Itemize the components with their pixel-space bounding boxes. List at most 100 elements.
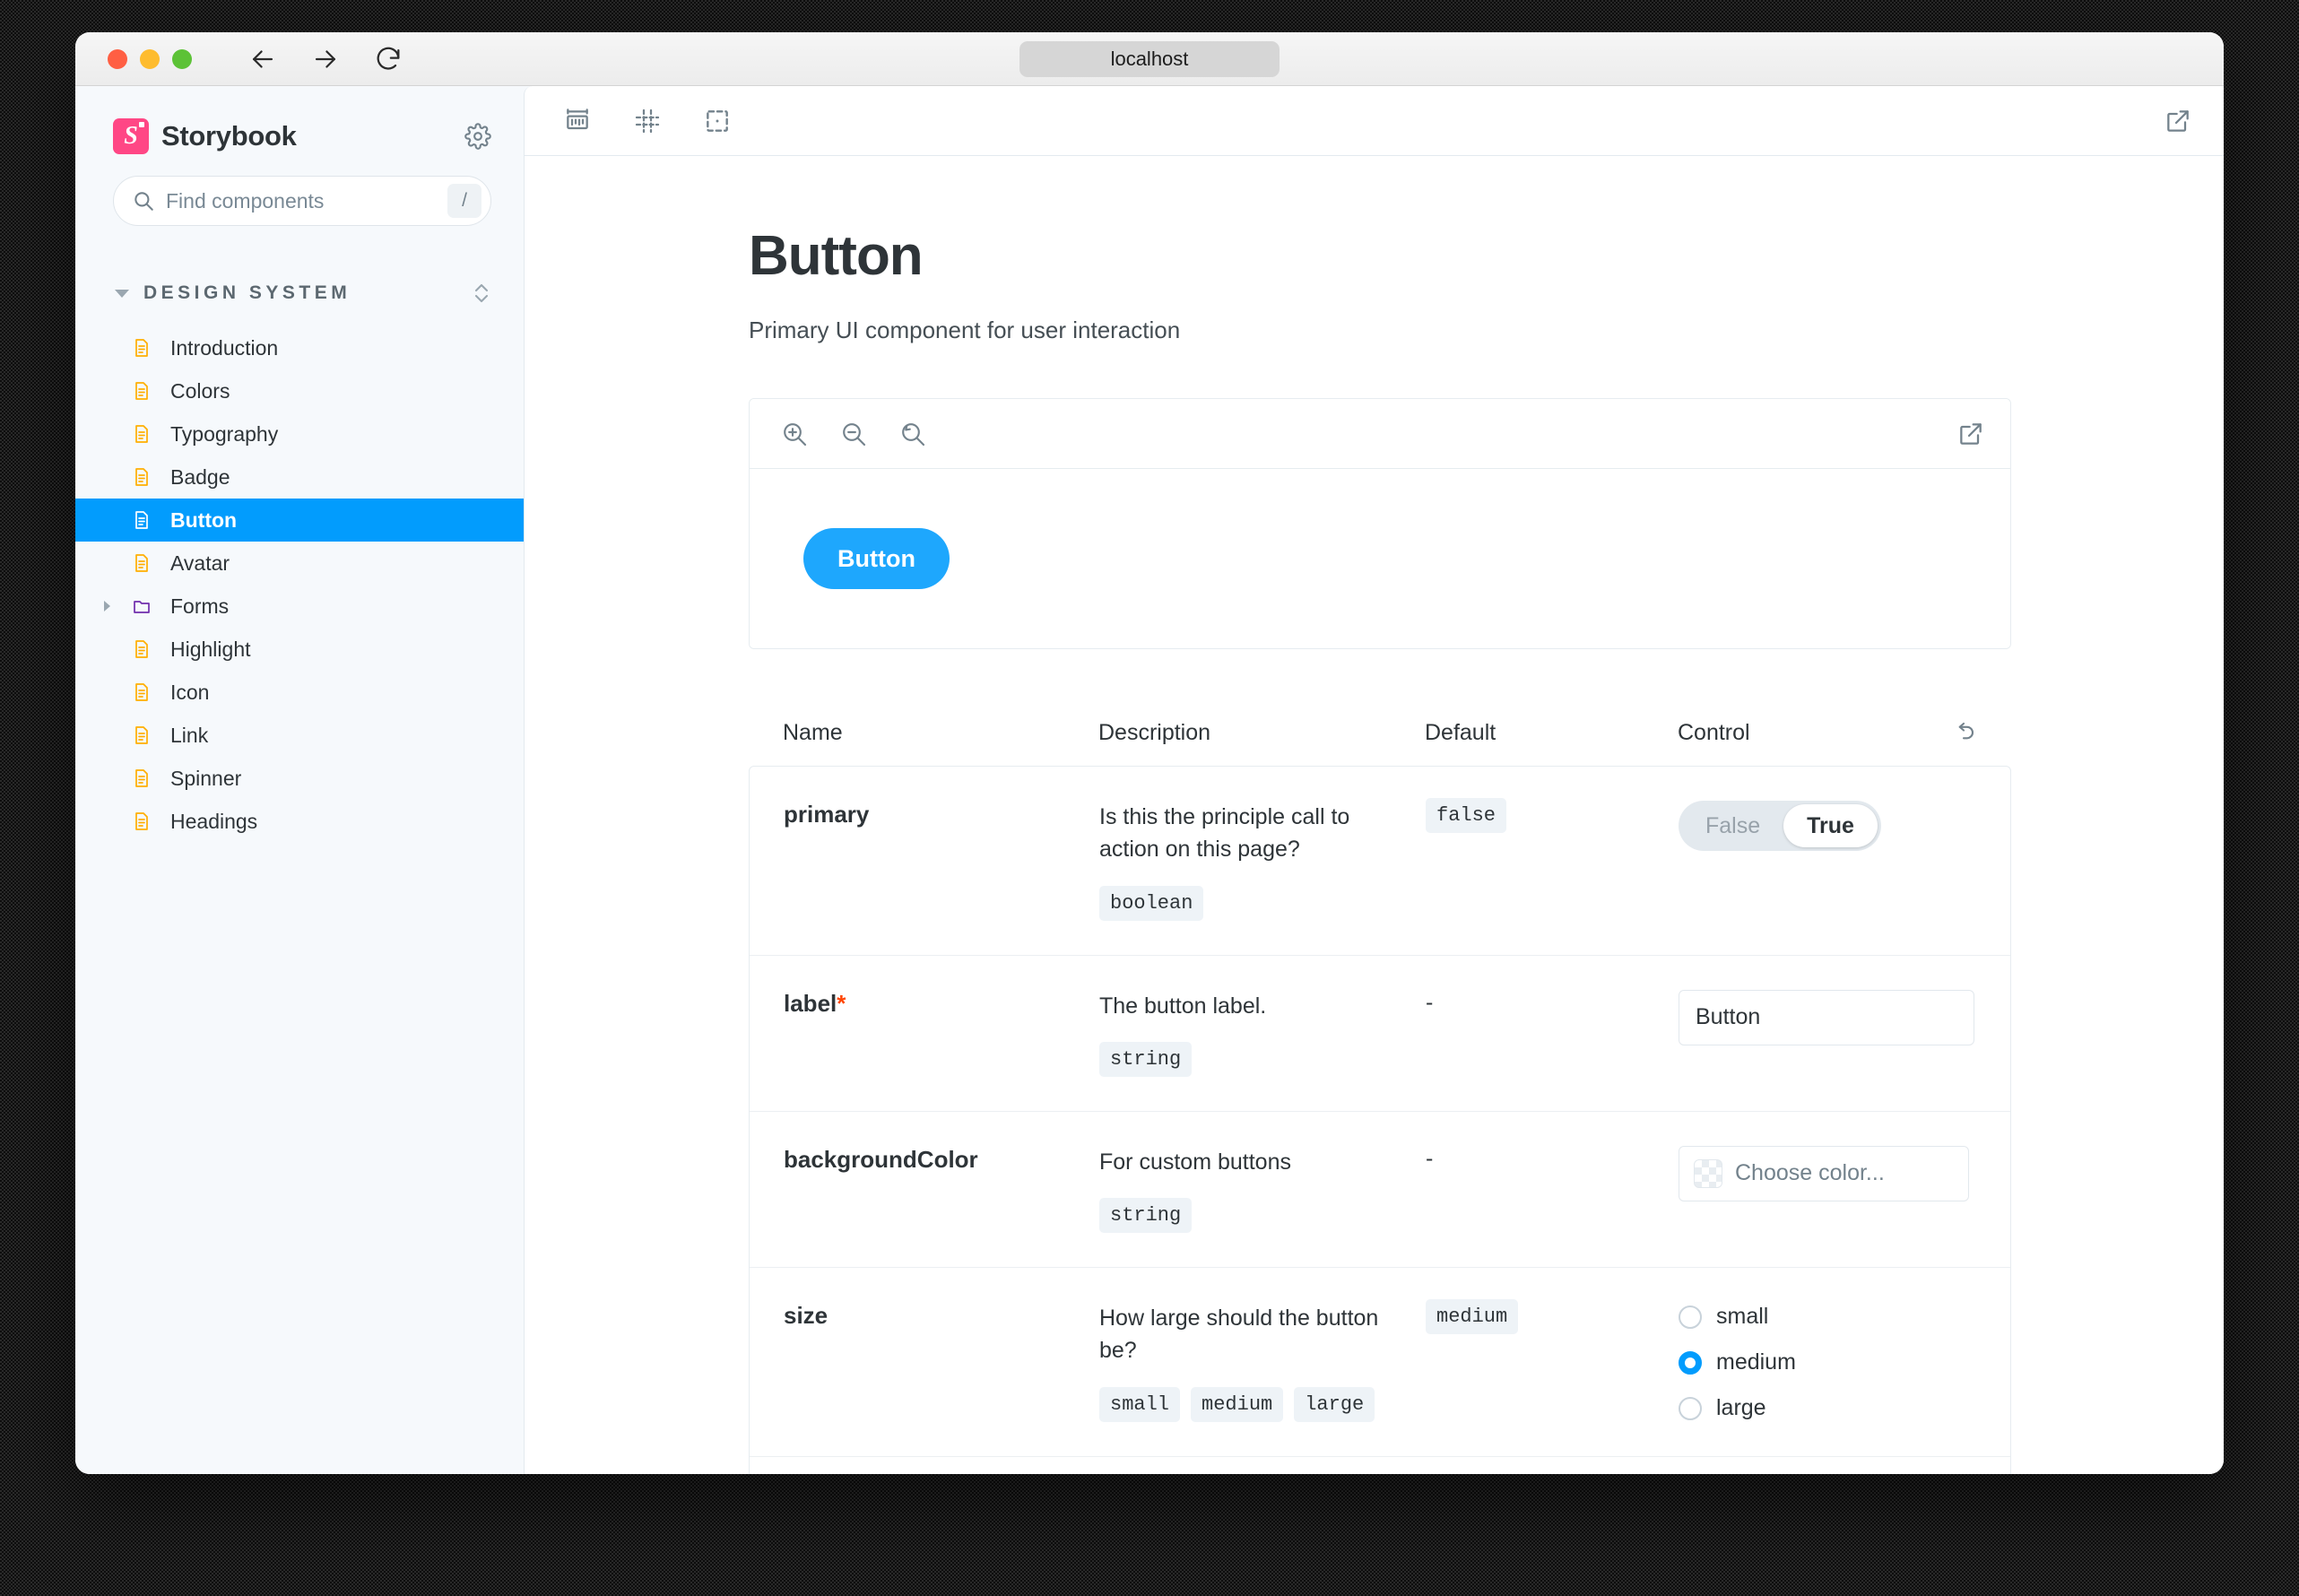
arg-name-cell: backgroundColor	[784, 1146, 1099, 1174]
radio-control[interactable]: small medium large	[1679, 1302, 1980, 1421]
arg-control-cell: Choose color...	[1679, 1146, 1980, 1201]
ruler-icon[interactable]	[559, 102, 596, 140]
radio-dot-icon	[1679, 1397, 1702, 1420]
folder-icon	[131, 594, 154, 618]
color-control[interactable]: Choose color...	[1679, 1146, 1969, 1201]
sidebar-item-forms[interactable]: Forms	[75, 585, 524, 628]
document-icon	[131, 638, 154, 661]
sidebar-item-badge[interactable]: Badge	[75, 455, 524, 499]
zoom-reset-icon[interactable]	[898, 420, 927, 448]
document-icon	[131, 551, 154, 575]
sidebar-item-label: Icon	[170, 681, 209, 705]
maximize-window-button[interactable]	[172, 49, 192, 69]
args-table-header: Name Description Default Control	[749, 719, 2011, 766]
sidebar-item-button[interactable]: Button	[75, 499, 524, 542]
search-container: /	[75, 154, 524, 226]
sidebar-item-label: Link	[170, 724, 208, 748]
outline-icon[interactable]	[698, 102, 736, 140]
story-preview: Button	[749, 398, 2011, 649]
grid-icon[interactable]	[629, 102, 666, 140]
sort-icon[interactable]	[472, 280, 491, 307]
external-link-icon[interactable]	[2159, 102, 2197, 140]
storybook-logo-icon: S	[113, 118, 149, 154]
sidebar-item-avatar[interactable]: Avatar	[75, 542, 524, 585]
type-chips: string	[1099, 1042, 1426, 1077]
radio-dot-icon	[1679, 1351, 1702, 1375]
type-chips: boolean	[1099, 886, 1426, 921]
arg-description-cell: How large should the button be?smallmedi…	[1099, 1302, 1426, 1422]
address-bar[interactable]: localhost	[1019, 41, 1280, 77]
arg-control-cell: FalseTrue	[1679, 801, 1980, 851]
sidebar-item-label: Spinner	[170, 767, 241, 791]
radio-option-small[interactable]: small	[1679, 1304, 1980, 1330]
type-chip: large	[1294, 1387, 1375, 1422]
default-value: -	[1426, 990, 1433, 1015]
page-title: Button	[749, 224, 2011, 288]
text-control-input[interactable]	[1679, 990, 1974, 1045]
gear-icon[interactable]	[464, 123, 491, 150]
color-swatch-icon	[1694, 1159, 1722, 1188]
reset-controls-icon[interactable]	[1950, 719, 1981, 746]
sidebar-group-title: DESIGN SYSTEM	[143, 282, 351, 304]
expand-chevron-icon[interactable]	[99, 601, 115, 612]
window-controls[interactable]	[108, 49, 192, 69]
toggle-option-false[interactable]: False	[1682, 804, 1783, 847]
zoom-out-icon[interactable]	[839, 420, 868, 448]
column-header-default: Default	[1425, 720, 1678, 746]
forward-button[interactable]	[310, 44, 341, 74]
document-icon	[131, 810, 154, 833]
sidebar-item-label: Avatar	[170, 551, 230, 576]
demo-button[interactable]: Button	[803, 528, 950, 589]
args-table-body: primary Is this the principle call to act…	[749, 766, 2011, 1474]
sidebar-group-header[interactable]: DESIGN SYSTEM	[75, 226, 524, 307]
radio-option-medium[interactable]: medium	[1679, 1349, 1980, 1375]
default-value: medium	[1426, 1299, 1518, 1334]
search-box[interactable]: /	[113, 176, 491, 226]
arg-control-cell: small medium large	[1679, 1302, 1980, 1421]
radio-label: large	[1716, 1395, 1766, 1421]
preview-external-link-icon[interactable]	[1956, 420, 1985, 448]
arg-default-cell: medium	[1426, 1302, 1679, 1328]
default-value: -	[1426, 1146, 1433, 1171]
radio-option-large[interactable]: large	[1679, 1395, 1980, 1421]
boolean-toggle[interactable]: FalseTrue	[1679, 801, 1881, 851]
minimize-window-button[interactable]	[140, 49, 160, 69]
sidebar-item-highlight[interactable]: Highlight	[75, 628, 524, 671]
reload-button[interactable]	[373, 44, 403, 74]
zoom-in-icon[interactable]	[780, 420, 809, 448]
arg-description-cell: For custom buttonsstring	[1099, 1146, 1426, 1233]
sidebar-item-icon[interactable]: Icon	[75, 671, 524, 714]
storybook-app: S Storybook / DESIGN SYSTEM	[75, 86, 2224, 1474]
table-row: onClickOptional click handler--	[750, 1457, 2010, 1475]
back-button[interactable]	[247, 44, 278, 74]
type-chip: string	[1099, 1042, 1192, 1077]
arg-description-cell: Is this the principle call to action on …	[1099, 801, 1426, 921]
sidebar-item-typography[interactable]: Typography	[75, 412, 524, 455]
sidebar-item-label: Colors	[170, 379, 230, 403]
arg-default-cell: -	[1426, 1146, 1679, 1172]
search-shortcut-badge: /	[447, 184, 481, 218]
canvas-toolbar	[525, 86, 2224, 156]
arg-name: label	[784, 990, 837, 1017]
type-chips: string	[1099, 1198, 1426, 1233]
table-row: primary Is this the principle call to act…	[750, 767, 2010, 956]
sidebar-item-introduction[interactable]: Introduction	[75, 326, 524, 369]
column-header-description: Description	[1098, 720, 1425, 746]
sidebar-item-spinner[interactable]: Spinner	[75, 757, 524, 800]
arg-name: primary	[784, 801, 869, 828]
story-canvas: Button	[750, 469, 2010, 648]
close-window-button[interactable]	[108, 49, 127, 69]
arg-name: backgroundColor	[784, 1146, 978, 1173]
sidebar-item-label: Forms	[170, 594, 229, 619]
sidebar-item-link[interactable]: Link	[75, 714, 524, 757]
arg-default-cell: false	[1426, 801, 1679, 827]
type-chip: small	[1099, 1387, 1180, 1422]
search-input[interactable]	[166, 189, 437, 213]
address-bar-text: localhost	[1111, 48, 1189, 71]
sidebar-item-headings[interactable]: Headings	[75, 800, 524, 843]
docs-content: Button Primary UI component for user int…	[525, 156, 2224, 1474]
sidebar-item-indent	[75, 601, 115, 612]
sidebar-item-colors[interactable]: Colors	[75, 369, 524, 412]
toggle-option-true[interactable]: True	[1783, 804, 1878, 847]
arg-name: size	[784, 1302, 828, 1329]
